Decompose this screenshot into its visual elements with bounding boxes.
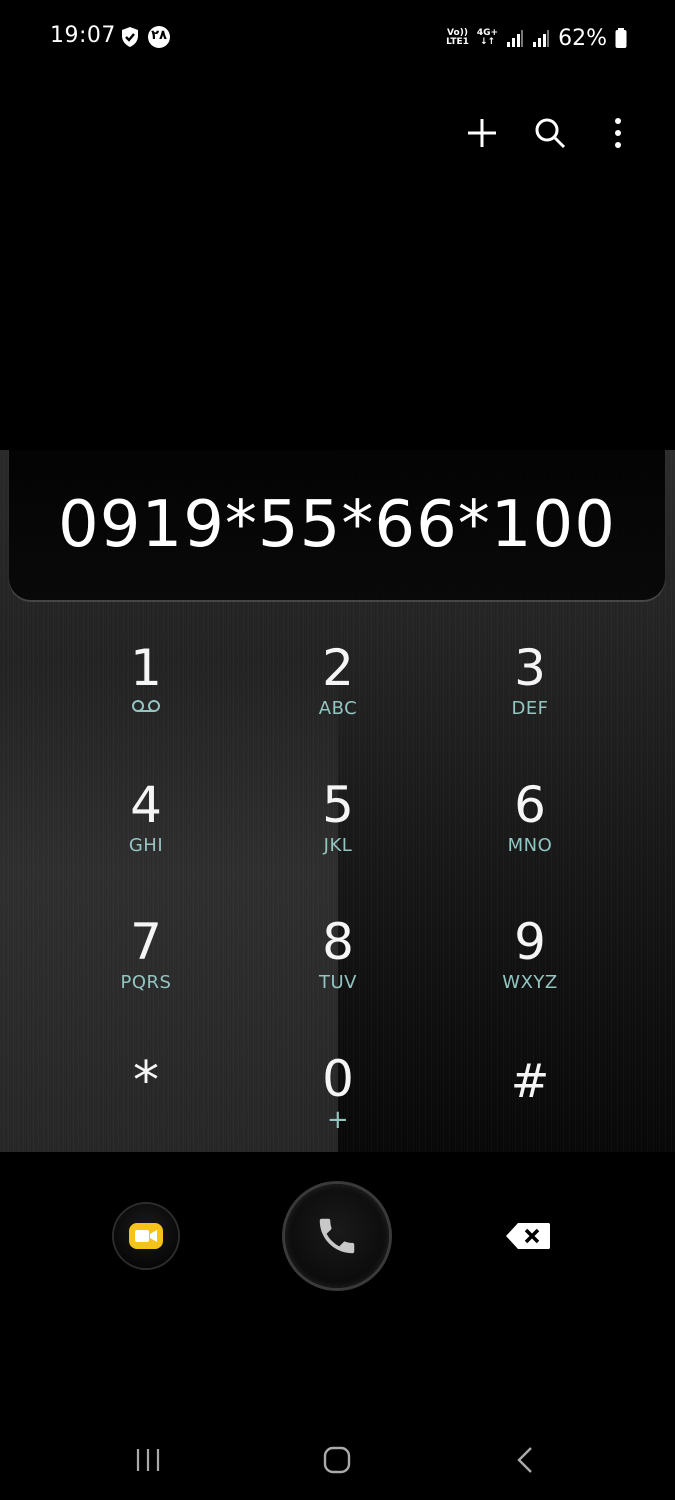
key-digit: 1: [130, 639, 162, 697]
key-1[interactable]: 1: [50, 630, 242, 767]
key-0[interactable]: 0 +: [242, 1041, 434, 1178]
data-indicator: 4G+ ↓↑: [477, 29, 498, 47]
more-options-button[interactable]: [597, 110, 639, 156]
key-letters: +: [326, 1105, 350, 1135]
key-letters: DEF: [511, 698, 549, 719]
key-digit: 5: [322, 776, 354, 834]
date-badge-icon: ۲۸: [147, 25, 171, 49]
recent-apps-button[interactable]: [118, 1438, 178, 1482]
key-digit: 7: [130, 913, 162, 971]
backspace-icon: [506, 1223, 550, 1249]
key-letters: JKL: [323, 835, 353, 856]
navigation-bar: [0, 1420, 675, 1500]
status-bar: 19:07 ۲۸ Vo)) LTE1 4G+ ↓↑ 62%: [0, 0, 675, 76]
key-letters: ABC: [318, 698, 358, 719]
key-digit: 2: [322, 639, 354, 697]
add-icon: [468, 119, 496, 147]
key-letters: PQRS: [120, 972, 172, 993]
key-letters: MNO: [507, 835, 553, 856]
key-letters: GHI: [128, 835, 164, 856]
key-digit: 0: [322, 1050, 354, 1108]
key-digit: 4: [130, 776, 162, 834]
key-6[interactable]: 6 MNO: [434, 767, 626, 904]
voicemail-icon: [132, 700, 160, 712]
key-2[interactable]: 2 ABC: [242, 630, 434, 767]
key-digit: *: [133, 1051, 159, 1111]
home-button[interactable]: [307, 1438, 367, 1482]
call-button[interactable]: [285, 1184, 389, 1288]
battery-percent: 62%: [558, 25, 607, 51]
back-button[interactable]: [496, 1438, 556, 1482]
dialer-actions: [0, 1180, 675, 1300]
status-right-group: Vo)) LTE1 4G+ ↓↑ 62%: [446, 24, 627, 52]
key-3[interactable]: 3 DEF: [434, 630, 626, 767]
key-star[interactable]: *: [50, 1041, 242, 1178]
dial-keypad: 1 2 ABC 3 DEF 4 GHI 5 JKL 6 MNO 7 PQRS 8…: [50, 630, 625, 1178]
signal-2-icon: [533, 30, 550, 47]
key-9[interactable]: 9 WXYZ: [434, 904, 626, 1041]
key-8[interactable]: 8 TUV: [242, 904, 434, 1041]
key-letters: WXYZ: [502, 972, 558, 993]
shield-check-icon: [118, 25, 142, 49]
dialed-number-field[interactable]: 0919*55*66*100: [9, 450, 665, 600]
back-icon: [517, 1447, 532, 1473]
key-digit: #: [510, 1054, 550, 1108]
key-4[interactable]: 4 GHI: [50, 767, 242, 904]
search-button[interactable]: [529, 110, 571, 156]
status-time: 19:07: [50, 23, 116, 48]
backspace-button[interactable]: [502, 1218, 554, 1254]
data-arrows-icon: ↓↑: [479, 37, 496, 47]
home-icon: [323, 1446, 351, 1474]
search-icon: [535, 118, 566, 149]
dialer-toolbar: [461, 110, 639, 156]
dialed-number: 0919*55*66*100: [58, 488, 616, 562]
recent-apps-icon: [136, 1449, 160, 1471]
battery-icon: [615, 28, 627, 48]
video-call-button[interactable]: [114, 1204, 178, 1268]
key-hash[interactable]: #: [434, 1041, 626, 1178]
add-contact-button[interactable]: [461, 110, 503, 156]
volte-bottom-label: LTE1: [446, 37, 469, 47]
signal-1-icon: [507, 30, 524, 47]
key-letters: TUV: [319, 972, 357, 993]
more-icon: [615, 118, 621, 148]
key-digit: 3: [514, 639, 546, 697]
date-badge-text: ۲۸: [151, 28, 167, 43]
key-digit: 8: [322, 913, 354, 971]
key-7[interactable]: 7 PQRS: [50, 904, 242, 1041]
volte-indicator: Vo)) LTE1: [446, 29, 469, 47]
key-digit: 9: [514, 913, 546, 971]
key-digit: 6: [514, 776, 546, 834]
video-call-icon: [129, 1223, 163, 1249]
key-5[interactable]: 5 JKL: [242, 767, 434, 904]
phone-icon: [319, 1218, 355, 1254]
